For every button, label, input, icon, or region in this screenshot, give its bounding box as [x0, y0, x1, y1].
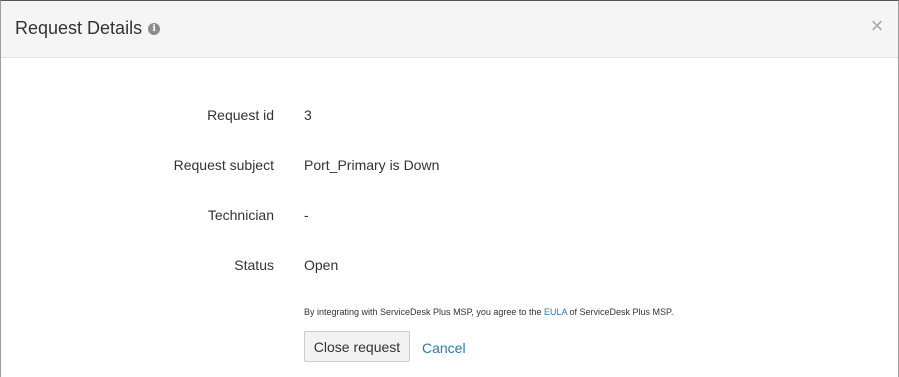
status-label: Status	[234, 257, 274, 273]
detail-row-technician: Technician -	[1, 207, 898, 227]
request-subject-value: Port_Primary is Down	[304, 157, 440, 173]
request-id-value: 3	[304, 107, 312, 123]
eula-disclaimer: By integrating with ServiceDesk Plus MSP…	[304, 307, 673, 317]
request-id-label: Request id	[207, 107, 274, 123]
detail-row-request-subject: Request subject Port_Primary is Down	[1, 157, 898, 177]
technician-value: -	[304, 207, 309, 223]
disclaimer-text-after: of ServiceDesk Plus MSP.	[566, 307, 674, 317]
close-request-button[interactable]: Close request	[304, 331, 410, 362]
technician-label: Technician	[207, 207, 274, 223]
request-details-dialog: Request Details i × Request id 3 Request…	[0, 0, 899, 377]
detail-row-request-id: Request id 3	[1, 107, 898, 127]
info-icon[interactable]: i	[148, 22, 161, 35]
cancel-link[interactable]: Cancel	[422, 340, 466, 356]
eula-link[interactable]: EULA	[544, 307, 567, 317]
dialog-header: Request Details i ×	[1, 1, 898, 58]
detail-row-status: Status Open	[1, 257, 898, 277]
dialog-title-text: Request Details	[15, 18, 143, 38]
disclaimer-text-before: By integrating with ServiceDesk Plus MSP…	[304, 307, 544, 317]
close-icon[interactable]: ×	[866, 15, 888, 37]
dialog-title: Request Details i	[15, 18, 161, 39]
request-subject-label: Request subject	[173, 157, 274, 173]
status-value: Open	[304, 257, 339, 273]
